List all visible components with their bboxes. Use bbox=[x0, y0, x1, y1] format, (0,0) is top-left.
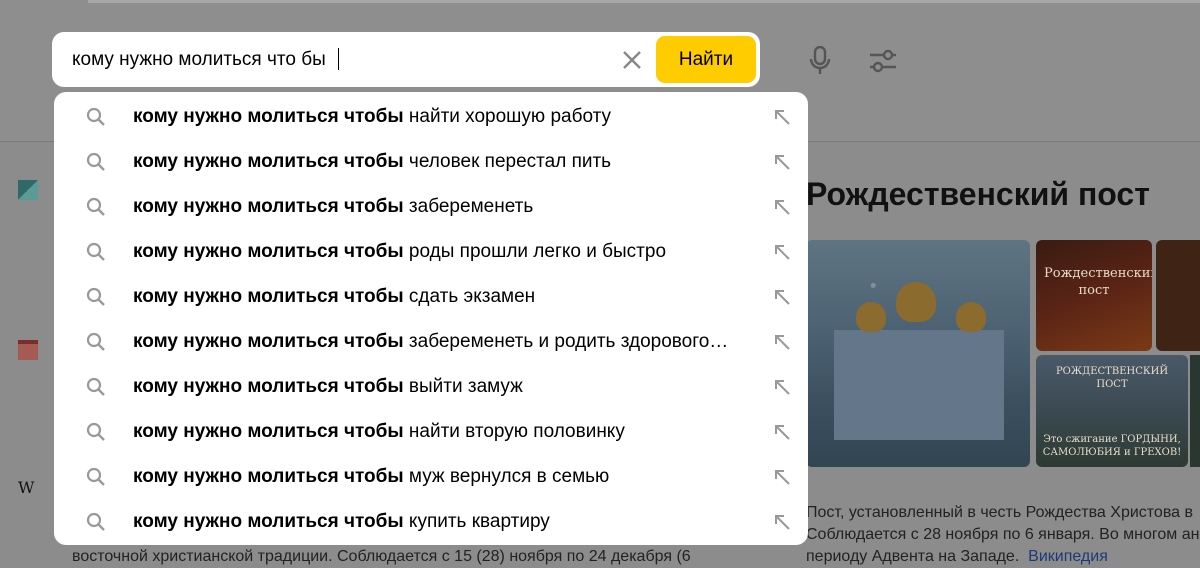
suggestion-completion: купить квартиру bbox=[403, 511, 550, 532]
suggestion-item[interactable]: кому нужно молиться чтобы человек перест… bbox=[54, 139, 808, 184]
description-line: Пост, установленный в честь Рождества Хр… bbox=[806, 504, 1193, 521]
close-icon[interactable] bbox=[618, 46, 646, 74]
dome-shape bbox=[856, 302, 886, 332]
suggestions-dropdown: кому нужно молиться чтобы найти хорошую … bbox=[54, 92, 808, 545]
knowledge-panel-image-3[interactable]: РОЖДЕСТВЕНСКИЙ ПОСТ Это сжигание ГОРДЫНИ… bbox=[1036, 355, 1188, 467]
suggestion-item[interactable]: кому нужно молиться чтобы найти вторую п… bbox=[54, 409, 808, 454]
search-icon bbox=[86, 422, 105, 441]
search-button[interactable]: Найти bbox=[656, 36, 756, 83]
suggestion-item[interactable]: кому нужно молиться чтобы забеременеть и… bbox=[54, 319, 808, 364]
arrow-up-left-icon[interactable] bbox=[772, 107, 792, 127]
arrow-up-left-icon[interactable] bbox=[772, 512, 792, 532]
knowledge-panel-title[interactable]: Рождественский пост bbox=[806, 176, 1150, 213]
top-strip bbox=[88, 0, 1200, 3]
suggestion-completion: найти хорошую работу bbox=[403, 106, 612, 127]
suggestion-match: кому нужно молиться чтобы bbox=[133, 106, 404, 127]
suggestion-text: кому нужно молиться чтобы забеременеть и… bbox=[133, 331, 761, 353]
arrow-up-left-icon[interactable] bbox=[772, 242, 792, 262]
suggestion-completion: муж вернулся в семью bbox=[403, 466, 610, 487]
suggestion-text: кому нужно молиться чтобы выйти замуж bbox=[133, 376, 761, 398]
suggestion-completion: человек перестал пить bbox=[403, 151, 612, 172]
suggestion-match: кому нужно молиться чтобы bbox=[133, 466, 404, 487]
dome-shape bbox=[956, 302, 986, 332]
knowledge-panel-image-2[interactable]: Рождественский пост bbox=[1036, 240, 1152, 351]
search-icon bbox=[86, 197, 105, 216]
dome-shape bbox=[896, 282, 936, 322]
microphone-icon[interactable] bbox=[808, 46, 832, 76]
suggestion-text: кому нужно молиться чтобы найти вторую п… bbox=[133, 421, 761, 443]
search-icon bbox=[86, 242, 105, 261]
search-icon bbox=[86, 332, 105, 351]
description-text: периоду Адвента на Западе. bbox=[806, 548, 1020, 565]
suggestion-match: кому нужно молиться чтобы bbox=[133, 331, 404, 352]
search-icon bbox=[86, 467, 105, 486]
description-line: Соблюдается с 28 ноября по 6 января. Во … bbox=[806, 526, 1200, 543]
suggestion-text: кому нужно молиться чтобы найти хорошую … bbox=[133, 106, 761, 128]
filter-icon[interactable] bbox=[868, 48, 898, 74]
suggestion-item[interactable]: кому нужно молиться чтобы найти хорошую … bbox=[54, 94, 808, 139]
search-icon bbox=[86, 152, 105, 171]
suggestion-match: кому нужно молиться чтобы bbox=[133, 286, 404, 307]
suggestion-text: кому нужно молиться чтобы человек перест… bbox=[133, 151, 761, 173]
search-icon bbox=[86, 377, 105, 396]
suggestion-match: кому нужно молиться чтобы bbox=[133, 151, 404, 172]
suggestion-completion: забеременеть и родить здорового… bbox=[403, 331, 729, 352]
image-caption: РОЖДЕСТВЕНСКИЙ ПОСТ bbox=[1055, 366, 1169, 390]
image-caption: Это сжигание ГОРДЫНИ, САМОЛЮБИЯ и ГРЕХОВ… bbox=[1042, 434, 1182, 458]
suggestion-completion: найти вторую половинку bbox=[403, 421, 625, 442]
search-icon bbox=[86, 107, 105, 126]
wikipedia-link[interactable]: Википедия bbox=[1028, 548, 1108, 565]
suggestion-text: кому нужно молиться чтобы сдать экзамен bbox=[133, 286, 761, 308]
suggestion-completion: сдать экзамен bbox=[403, 286, 536, 307]
suggestion-match: кому нужно молиться чтобы bbox=[133, 376, 404, 397]
suggestion-text: кому нужно молиться чтобы роды прошли ле… bbox=[133, 241, 761, 263]
suggestion-text: кому нужно молиться чтобы забеременеть bbox=[133, 196, 761, 218]
suggestion-match: кому нужно молиться чтобы bbox=[133, 196, 404, 217]
search-icon bbox=[86, 287, 105, 306]
suggestion-item[interactable]: кому нужно молиться чтобы забеременеть bbox=[54, 184, 808, 229]
suggestion-item[interactable]: кому нужно молиться чтобы роды прошли ле… bbox=[54, 229, 808, 274]
calendar-icon bbox=[18, 340, 38, 360]
text-caret bbox=[338, 48, 339, 70]
suggestion-item[interactable]: кому нужно молиться чтобы сдать экзамен bbox=[54, 274, 808, 319]
wikipedia-icon: W bbox=[18, 478, 35, 497]
result-snippet: восточной христианской традиции. Соблюда… bbox=[72, 548, 691, 565]
arrow-up-left-icon[interactable] bbox=[772, 197, 792, 217]
suggestion-match: кому нужно молиться чтобы bbox=[133, 511, 404, 532]
suggestion-completion: выйти замуж bbox=[403, 376, 523, 397]
arrow-up-left-icon[interactable] bbox=[772, 332, 792, 352]
description-line: периоду Адвента на Западе. Википедия bbox=[806, 546, 1199, 568]
suggestion-text: кому нужно молиться чтобы купить квартир… bbox=[133, 511, 761, 533]
arrow-up-left-icon[interactable] bbox=[772, 422, 792, 442]
arrow-up-left-icon[interactable] bbox=[772, 467, 792, 487]
knowledge-panel-image-4[interactable] bbox=[1156, 240, 1200, 351]
suggestion-completion: роды прошли легко и быстро bbox=[403, 241, 667, 262]
image-caption: Рождественский пост bbox=[1044, 266, 1152, 298]
site-favicon-icon bbox=[18, 180, 38, 200]
suggestion-item[interactable]: кому нужно молиться чтобы выйти замуж bbox=[54, 364, 808, 409]
knowledge-panel-description: Пост, установленный в честь Рождества Хр… bbox=[806, 502, 1199, 568]
arrow-up-left-icon[interactable] bbox=[772, 377, 792, 397]
arrow-up-left-icon[interactable] bbox=[772, 152, 792, 172]
arrow-up-left-icon[interactable] bbox=[772, 287, 792, 307]
suggestion-completion: забеременеть bbox=[403, 196, 534, 217]
church-shape bbox=[834, 330, 1004, 440]
search-input[interactable] bbox=[72, 46, 612, 74]
knowledge-panel-image-main[interactable] bbox=[806, 240, 1030, 467]
suggestion-match: кому нужно молиться чтобы bbox=[133, 241, 404, 262]
suggestion-match: кому нужно молиться чтобы bbox=[133, 421, 404, 442]
suggestion-item[interactable]: кому нужно молиться чтобы муж вернулся в… bbox=[54, 454, 808, 499]
suggestion-text: кому нужно молиться чтобы муж вернулся в… bbox=[133, 466, 761, 488]
search-icon bbox=[86, 512, 105, 531]
knowledge-panel-image-5[interactable] bbox=[1190, 355, 1200, 467]
suggestion-item[interactable]: кому нужно молиться чтобы купить квартир… bbox=[54, 499, 808, 544]
